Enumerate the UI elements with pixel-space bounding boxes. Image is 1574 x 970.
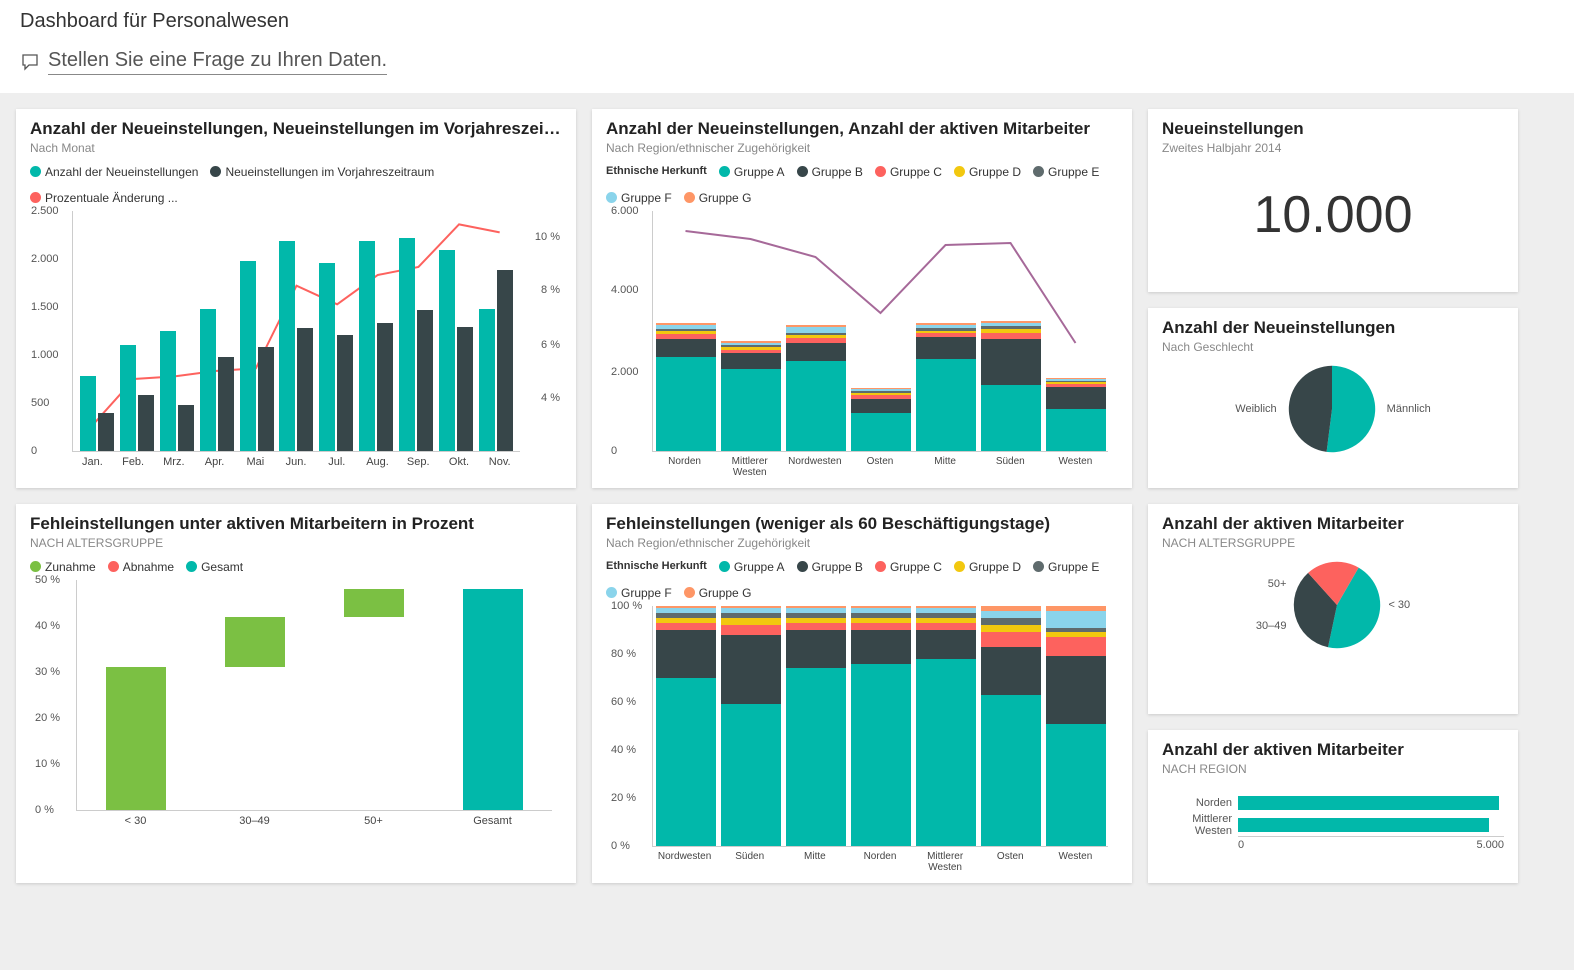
tile-active-region[interactable]: Anzahl der aktiven Mitarbeiter NACH REGI… bbox=[1148, 730, 1518, 883]
tile-hires-active-region[interactable]: Anzahl der Neueinstellungen, Anzahl der … bbox=[592, 109, 1132, 488]
qna-input[interactable]: Stellen Sie eine Frage zu Ihren Daten. bbox=[0, 33, 1574, 93]
tile-badhire-pct-age[interactable]: Fehleinstellungen unter aktiven Mitarbei… bbox=[16, 504, 576, 883]
legend: Anzahl der Neueinstellungen Neueinstellu… bbox=[30, 165, 562, 205]
tile-subtitle: NACH ALTERSGRUPPE bbox=[1162, 536, 1504, 550]
tile-subtitle: NACH REGION bbox=[1162, 762, 1504, 776]
tile-active-age[interactable]: Anzahl der aktiven Mitarbeiter NACH ALTE… bbox=[1148, 504, 1518, 714]
tile-subtitle: Nach Monat bbox=[30, 141, 562, 155]
tile-title: Anzahl der Neueinstellungen, Neueinstell… bbox=[30, 119, 562, 139]
tile-hires-gender[interactable]: Anzahl der Neueinstellungen Nach Geschle… bbox=[1148, 308, 1518, 488]
tile-monthly-hires[interactable]: Anzahl der Neueinstellungen, Neueinstell… bbox=[16, 109, 576, 488]
legend: Zunahme Abnahme Gesamt bbox=[30, 560, 562, 574]
tile-subtitle: Nach Geschlecht bbox=[1162, 340, 1504, 354]
legend: Ethnische Herkunft Gruppe A Gruppe B Gru… bbox=[606, 560, 1118, 600]
kpi-value: 10.000 bbox=[1162, 155, 1504, 275]
tile-subtitle: Nach Region/ethnischer Zugehörigkeit bbox=[606, 536, 1118, 550]
tile-subtitle: Nach Region/ethnischer Zugehörigkeit bbox=[606, 141, 1118, 155]
pie-chart: Weiblich Männlich bbox=[1162, 354, 1504, 464]
legend: Ethnische Herkunft Gruppe A Gruppe B Gru… bbox=[606, 165, 1118, 205]
tile-badhire-region[interactable]: Fehleinstellungen (weniger als 60 Beschä… bbox=[592, 504, 1132, 883]
waterfall-chart: 0 % 10 % 20 % 30 % 40 % 50 % < 3030–4950… bbox=[76, 580, 552, 827]
stacked-100-chart: 0 % 20 % 40 % 60 % 80 % 100 % Nordwesten… bbox=[652, 606, 1108, 873]
tile-kpi-new-hires[interactable]: Neueinstellungen Zweites Halbjahr 2014 1… bbox=[1148, 109, 1518, 292]
combo-chart: 0 500 1.000 1.500 2.000 2.500 4 % 6 % 8 … bbox=[72, 211, 520, 468]
pie-chart: 50+ 30–49 < 30 bbox=[1162, 550, 1504, 660]
chat-icon bbox=[20, 52, 40, 72]
tile-title: Anzahl der aktiven Mitarbeiter bbox=[1162, 740, 1504, 760]
stacked-combo-chart: 0 2.000 4.000 6.000 NordenMittlerer West… bbox=[652, 211, 1108, 478]
tile-title: Anzahl der aktiven Mitarbeiter bbox=[1162, 514, 1504, 534]
dashboard-title: Dashboard für Personalwesen bbox=[0, 0, 1574, 33]
tile-subtitle: Zweites Halbjahr 2014 bbox=[1162, 141, 1504, 155]
qna-prompt: Stellen Sie eine Frage zu Ihren Daten. bbox=[48, 49, 387, 75]
tile-title: Fehleinstellungen unter aktiven Mitarbei… bbox=[30, 514, 562, 534]
tile-title: Anzahl der Neueinstellungen bbox=[1162, 318, 1504, 338]
hbar-chart: NordenMittlerer Westen bbox=[1162, 792, 1504, 836]
tile-subtitle: NACH ALTERSGRUPPE bbox=[30, 536, 562, 550]
tile-title: Fehleinstellungen (weniger als 60 Beschä… bbox=[606, 514, 1118, 534]
tile-title: Neueinstellungen bbox=[1162, 119, 1504, 139]
tile-title: Anzahl der Neueinstellungen, Anzahl der … bbox=[606, 119, 1118, 139]
